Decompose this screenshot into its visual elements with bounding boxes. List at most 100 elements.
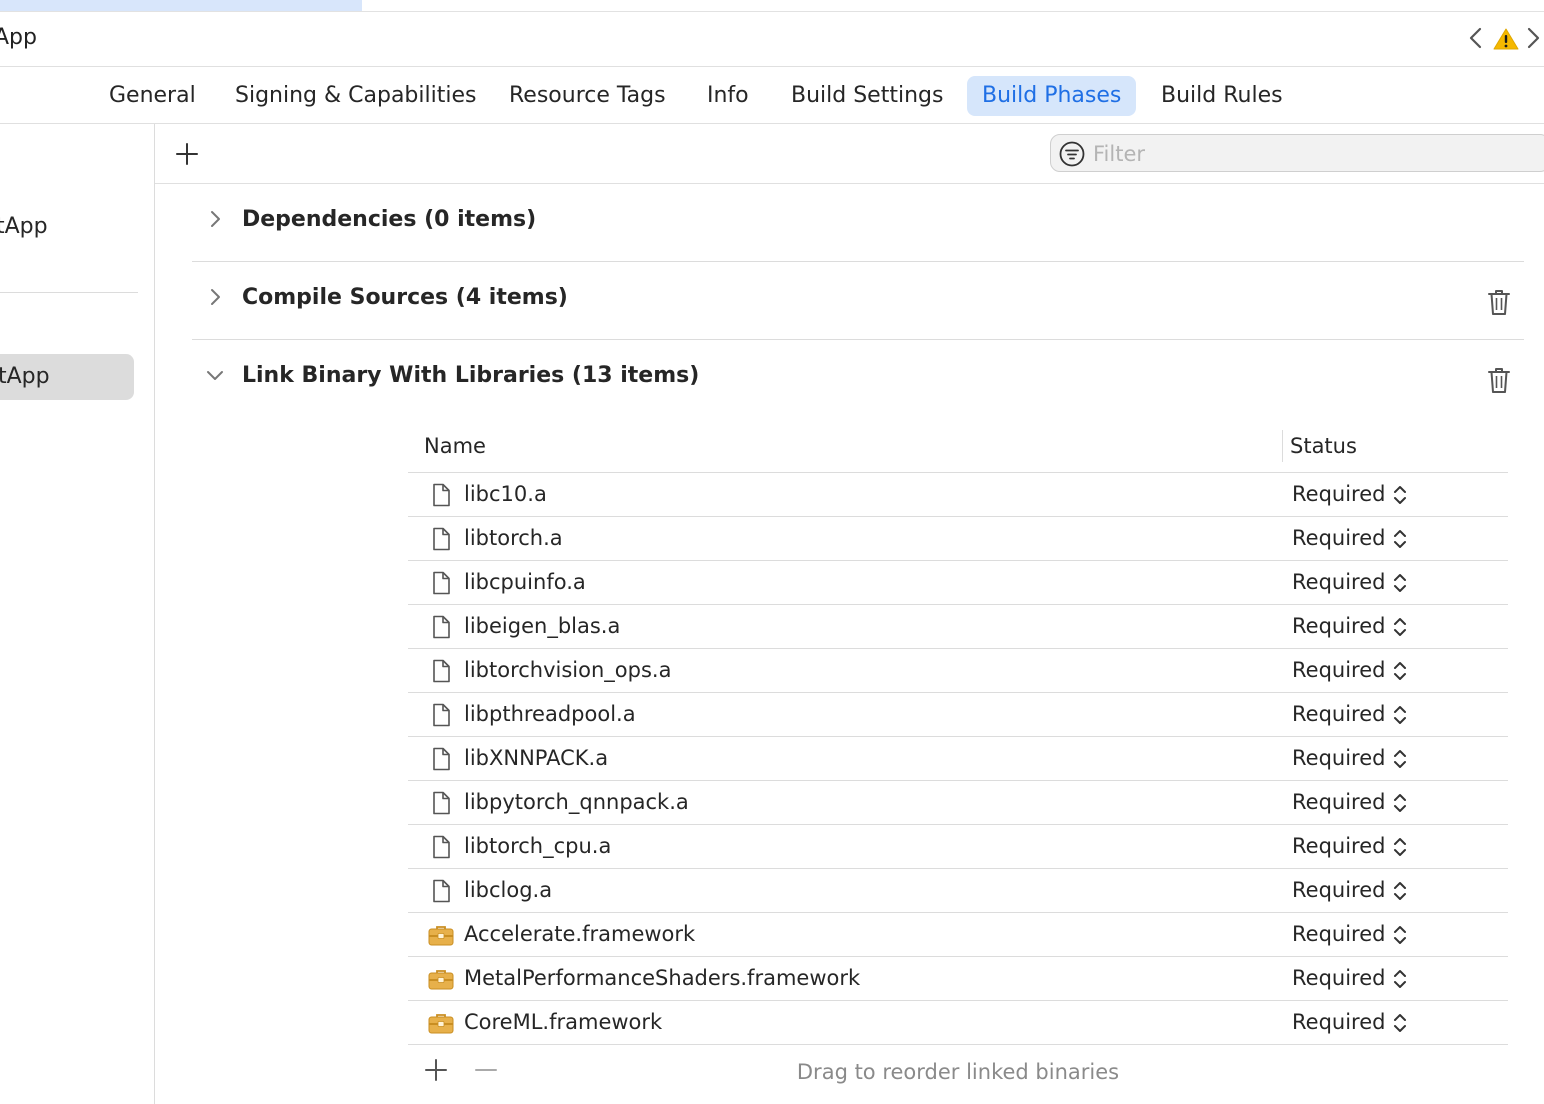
- table-row[interactable]: libtorch_cpu.a Required: [408, 825, 1508, 869]
- column-header-status[interactable]: Status: [1290, 434, 1357, 458]
- table-row[interactable]: libtorchvision_ops.a Required: [408, 649, 1508, 693]
- filter-input[interactable]: [1091, 139, 1535, 169]
- library-name: libtorchvision_ops.a: [464, 658, 672, 682]
- framework-toolbox-icon: [428, 966, 454, 992]
- table-row[interactable]: CoreML.framework Required: [408, 1001, 1508, 1045]
- chevron-up-down-icon[interactable]: [1392, 879, 1408, 903]
- chevron-left-icon[interactable]: [1464, 25, 1488, 51]
- chevron-up-down-icon[interactable]: [1392, 571, 1408, 595]
- status-popup[interactable]: Required: [1292, 614, 1385, 638]
- window-title: App: [0, 25, 37, 50]
- document-icon: [428, 658, 454, 684]
- status-popup[interactable]: Required: [1292, 702, 1385, 726]
- remove-library-button[interactable]: [472, 1056, 500, 1084]
- tab-build-phases[interactable]: Build Phases: [967, 76, 1137, 116]
- library-name: CoreML.framework: [464, 1010, 663, 1034]
- phase-title: Compile Sources (4 items): [242, 285, 568, 310]
- phase-dependencies[interactable]: Dependencies (0 items): [192, 184, 1524, 262]
- chevron-up-down-icon[interactable]: [1392, 615, 1408, 639]
- status-popup[interactable]: Required: [1292, 922, 1385, 946]
- document-icon: [428, 878, 454, 904]
- chevron-up-down-icon[interactable]: [1392, 923, 1408, 947]
- tab-build-settings[interactable]: Build Settings: [776, 76, 958, 116]
- chevron-up-down-icon[interactable]: [1392, 483, 1408, 507]
- status-popup[interactable]: Required: [1292, 658, 1385, 682]
- chevron-up-down-icon[interactable]: [1392, 791, 1408, 815]
- sidebar-divider: [0, 292, 138, 293]
- phase-title: Dependencies (0 items): [242, 207, 537, 232]
- library-name: libpytorch_qnnpack.a: [464, 790, 689, 814]
- library-name: libpthreadpool.a: [464, 702, 636, 726]
- document-icon: [428, 570, 454, 596]
- sidebar-item-project[interactable]: tApp: [0, 214, 48, 239]
- library-name: libtorch.a: [464, 526, 563, 550]
- table-row[interactable]: libXNNPACK.a Required: [408, 737, 1508, 781]
- active-window-tab[interactable]: [0, 0, 362, 11]
- chevron-up-down-icon[interactable]: [1392, 1011, 1408, 1035]
- document-icon: [428, 702, 454, 728]
- status-popup[interactable]: Required: [1292, 834, 1385, 858]
- chevron-up-down-icon[interactable]: [1392, 703, 1408, 727]
- chevron-right-icon[interactable]: [204, 208, 226, 230]
- table-header: Name Status: [408, 420, 1508, 473]
- title-bar: App: [0, 12, 1544, 67]
- status-popup[interactable]: Required: [1292, 878, 1385, 902]
- chevron-up-down-icon[interactable]: [1392, 527, 1408, 551]
- filter-icon: [1059, 141, 1085, 167]
- table-row[interactable]: libcpuinfo.a Required: [408, 561, 1508, 605]
- table-body: libc10.a Required libtorch.a Required libcpu…: [408, 473, 1508, 1045]
- trash-icon[interactable]: [1486, 288, 1512, 316]
- document-icon: [428, 746, 454, 772]
- library-name: libtorch_cpu.a: [464, 834, 612, 858]
- sidebar-item-label: tApp: [0, 364, 50, 389]
- chevron-up-down-icon[interactable]: [1392, 659, 1408, 683]
- tab-signing-capabilities[interactable]: Signing & Capabilities: [220, 76, 491, 116]
- chevron-up-down-icon[interactable]: [1392, 747, 1408, 771]
- trash-icon[interactable]: [1486, 366, 1512, 394]
- document-icon: [428, 614, 454, 640]
- table-row[interactable]: libeigen_blas.a Required: [408, 605, 1508, 649]
- library-name: libclog.a: [464, 878, 553, 902]
- table-row[interactable]: libpytorch_qnnpack.a Required: [408, 781, 1508, 825]
- table-row[interactable]: MetalPerformanceShaders.framework Require…: [408, 957, 1508, 1001]
- status-popup[interactable]: Required: [1292, 746, 1385, 770]
- status-popup[interactable]: Required: [1292, 966, 1385, 990]
- column-separator[interactable]: [1282, 430, 1283, 462]
- tab-general[interactable]: General: [94, 76, 211, 116]
- framework-toolbox-icon: [428, 922, 454, 948]
- add-library-button[interactable]: [422, 1056, 450, 1084]
- table-row[interactable]: libc10.a Required: [408, 473, 1508, 517]
- tab-build-rules[interactable]: Build Rules: [1146, 76, 1298, 116]
- reorder-hint-text: Drag to reorder linked binaries: [796, 1060, 1120, 1084]
- status-popup[interactable]: Required: [1292, 790, 1385, 814]
- status-popup[interactable]: Required: [1292, 526, 1385, 550]
- editor-tab-bar: General Signing & Capabilities Resource …: [0, 67, 1544, 124]
- document-icon: [428, 526, 454, 552]
- tab-info[interactable]: Info: [692, 76, 764, 116]
- add-phase-button[interactable]: [173, 140, 201, 168]
- table-row[interactable]: Accelerate.framework Required: [408, 913, 1508, 957]
- chevron-down-icon[interactable]: [204, 364, 226, 386]
- status-popup[interactable]: Required: [1292, 482, 1385, 506]
- warning-icon[interactable]: [1493, 27, 1519, 51]
- chevron-right-icon[interactable]: [1524, 25, 1544, 51]
- chevron-right-icon[interactable]: [204, 286, 226, 308]
- status-popup[interactable]: Required: [1292, 570, 1385, 594]
- column-header-name[interactable]: Name: [424, 434, 486, 458]
- status-popup[interactable]: Required: [1292, 1010, 1385, 1034]
- library-name: MetalPerformanceShaders.framework: [464, 966, 861, 990]
- sidebar-item-target[interactable]: tApp: [0, 354, 134, 400]
- table-row[interactable]: libpthreadpool.a Required: [408, 693, 1508, 737]
- chevron-up-down-icon[interactable]: [1392, 835, 1408, 859]
- phase-link-binary[interactable]: Link Binary With Libraries (13 items): [192, 340, 1524, 417]
- document-icon: [428, 482, 454, 508]
- phase-compile-sources[interactable]: Compile Sources (4 items): [192, 262, 1524, 340]
- table-row[interactable]: libtorch.a Required: [408, 517, 1508, 561]
- chevron-up-down-icon[interactable]: [1392, 967, 1408, 991]
- library-name: libeigen_blas.a: [464, 614, 621, 638]
- tab-resource-tags[interactable]: Resource Tags: [494, 76, 681, 116]
- table-footer: Drag to reorder linked binaries: [408, 1048, 1508, 1098]
- filter-field[interactable]: [1050, 134, 1544, 172]
- framework-toolbox-icon: [428, 1010, 454, 1036]
- table-row[interactable]: libclog.a Required: [408, 869, 1508, 913]
